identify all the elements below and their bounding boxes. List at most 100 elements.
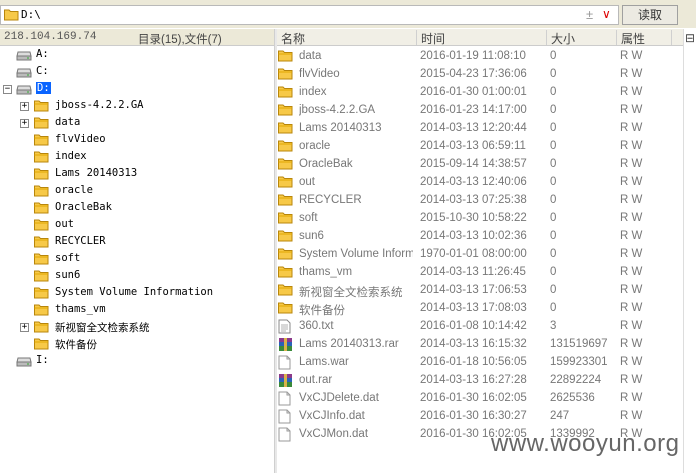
file-name: index: [299, 86, 327, 98]
tree-item[interactable]: RECYCLER: [0, 234, 274, 251]
tree-item[interactable]: oracle: [0, 183, 274, 200]
file-size: 0: [550, 230, 557, 242]
file-name: data: [299, 50, 322, 62]
file-time: 2016-01-18 10:56:05: [420, 356, 527, 368]
file-row[interactable]: Lams 20140313.rar 2014-03-13 16:15:32 1315…: [277, 336, 683, 354]
file-row[interactable]: data 2016-01-19 11:08:10 0 R W: [277, 48, 683, 66]
file-row[interactable]: OracleBak 2015-09-14 14:38:57 0 R W: [277, 156, 683, 174]
expand-icon[interactable]: +: [20, 323, 29, 332]
file-row[interactable]: index 2016-01-30 01:00:01 0 R W: [277, 84, 683, 102]
tree-item[interactable]: OracleBak: [0, 200, 274, 217]
chevron-down-icon[interactable]: ∨: [602, 7, 611, 21]
file-size: 0: [550, 104, 557, 116]
file-row[interactable]: soft 2015-10-30 10:58:22 0 R W: [277, 210, 683, 228]
tree-item-label: 新视窗全文检索系统: [55, 322, 150, 334]
file-row[interactable]: sun6 2014-03-13 10:02:36 0 R W: [277, 228, 683, 246]
tree-item[interactable]: System Volume Information: [0, 285, 274, 302]
expand-icon[interactable]: +: [20, 102, 29, 111]
tree-item-label: thams_vm: [55, 303, 106, 315]
file-name: soft: [299, 212, 318, 224]
tree-item[interactable]: + jboss-4.2.2.GA: [0, 98, 274, 115]
path-value[interactable]: D:\: [21, 8, 41, 21]
file-time: 1970-01-01 08:00:00: [420, 248, 527, 260]
plus-icon[interactable]: ±: [586, 7, 593, 22]
tree-item[interactable]: − D:: [0, 81, 274, 98]
tree-item[interactable]: index: [0, 149, 274, 166]
file-row[interactable]: Lams.war 2016-01-18 10:56:05 159923301 R W: [277, 354, 683, 372]
file-icon: [278, 409, 291, 427]
file-name: VxCJDelete.dat: [299, 392, 379, 404]
tree-item[interactable]: C:: [0, 64, 274, 81]
file-attr: R W: [620, 68, 643, 80]
tree-item[interactable]: I:: [0, 353, 274, 370]
tree-item-label: System Volume Information: [55, 286, 214, 298]
file-name: 新视窗全文检索系统: [299, 287, 403, 299]
tree-item-label: Lams 20140313: [55, 167, 138, 179]
tree-item[interactable]: flvVideo: [0, 132, 274, 149]
tree-item-label: index: [55, 150, 87, 162]
file-row[interactable]: thams_vm 2014-03-13 11:26:45 0 R W: [277, 264, 683, 282]
file-name: Lams 20140313: [299, 122, 382, 134]
file-attr: R W: [620, 158, 643, 170]
file-row[interactable]: out.rar 2014-03-13 16:27:28 22892224 R W: [277, 372, 683, 390]
tree-item[interactable]: Lams 20140313: [0, 166, 274, 183]
file-row[interactable]: 新视窗全文检索系统 2014-03-13 17:06:53 0 R W: [277, 282, 683, 300]
file-time: 2016-01-23 14:17:00: [420, 104, 527, 116]
file-name: sun6: [299, 230, 324, 242]
collapse-icon[interactable]: ⊟: [685, 31, 695, 45]
ip-address: 218.104.169.74: [4, 31, 97, 43]
file-row[interactable]: oracle 2014-03-13 06:59:11 0 R W: [277, 138, 683, 156]
file-time: 2014-03-13 12:20:44: [420, 122, 527, 134]
folder-icon: [278, 157, 293, 173]
path-input[interactable]: D:\ ± ∨: [0, 5, 619, 25]
tree-item[interactable]: A:: [0, 47, 274, 64]
file-row[interactable]: flvVideo 2015-04-23 17:36:06 0 R W: [277, 66, 683, 84]
folder-icon: [278, 85, 293, 101]
folder-icon: [278, 265, 293, 281]
tree-item[interactable]: 软件备份: [0, 336, 274, 353]
file-time: 2014-03-13 16:15:32: [420, 338, 527, 350]
folder-icon: [34, 184, 49, 200]
file-row[interactable]: jboss-4.2.2.GA 2016-01-23 14:17:00 0 R W: [277, 102, 683, 120]
file-size: 247: [550, 410, 570, 422]
collapse-icon[interactable]: −: [3, 85, 12, 94]
file-row[interactable]: VxCJInfo.dat 2016-01-30 16:30:27 247 R W: [277, 408, 683, 426]
file-row[interactable]: 360.txt 2016-01-08 10:14:42 3 R W: [277, 318, 683, 336]
tree-item-label: C:: [36, 65, 49, 77]
tree-item[interactable]: soft: [0, 251, 274, 268]
tree-item[interactable]: thams_vm: [0, 302, 274, 319]
column-size-header[interactable]: 大小: [551, 30, 575, 47]
file-row[interactable]: VxCJDelete.dat 2016-01-30 16:02:05 2625536…: [277, 390, 683, 408]
folder-icon: [34, 218, 49, 234]
column-name-header[interactable]: 名称: [281, 30, 305, 47]
file-size: 22892224: [550, 374, 602, 386]
file-attr: R W: [620, 122, 643, 134]
file-attr: R W: [620, 86, 643, 98]
tree-item[interactable]: sun6: [0, 268, 274, 285]
file-time: 2014-03-13 16:27:28: [420, 374, 527, 386]
expand-icon[interactable]: +: [20, 119, 29, 128]
file-row[interactable]: Lams 20140313 2014-03-13 12:20:44 0 R W: [277, 120, 683, 138]
tree-item[interactable]: + data: [0, 115, 274, 132]
file-name: Lams.war: [299, 356, 349, 368]
folder-icon: [34, 116, 49, 132]
file-size: 3: [550, 320, 557, 332]
file-attr: R W: [620, 374, 643, 386]
watermark: www.wooyun.org: [491, 430, 680, 457]
column-attr-header[interactable]: 属性: [621, 30, 645, 47]
tree-item[interactable]: + 新视窗全文检索系统: [0, 319, 274, 336]
file-attr: R W: [620, 104, 643, 116]
tree-item-label: OracleBak: [55, 201, 112, 213]
file-row[interactable]: RECYCLER 2014-03-13 07:25:38 0 R W: [277, 192, 683, 210]
read-button[interactable]: 读取: [622, 5, 678, 25]
file-attr: R W: [620, 320, 643, 332]
file-time: 2014-03-13 17:08:03: [420, 302, 527, 314]
file-size: 0: [550, 68, 557, 80]
file-row[interactable]: out 2014-03-13 12:40:06 0 R W: [277, 174, 683, 192]
file-size: 0: [550, 194, 557, 206]
file-row[interactable]: 软件备份 2014-03-13 17:08:03 0 R W: [277, 300, 683, 318]
file-attr: R W: [620, 392, 643, 404]
file-row[interactable]: System Volume Inform... 1970-01-01 08:00:…: [277, 246, 683, 264]
column-time-header[interactable]: 时间: [421, 30, 445, 47]
tree-item[interactable]: out: [0, 217, 274, 234]
